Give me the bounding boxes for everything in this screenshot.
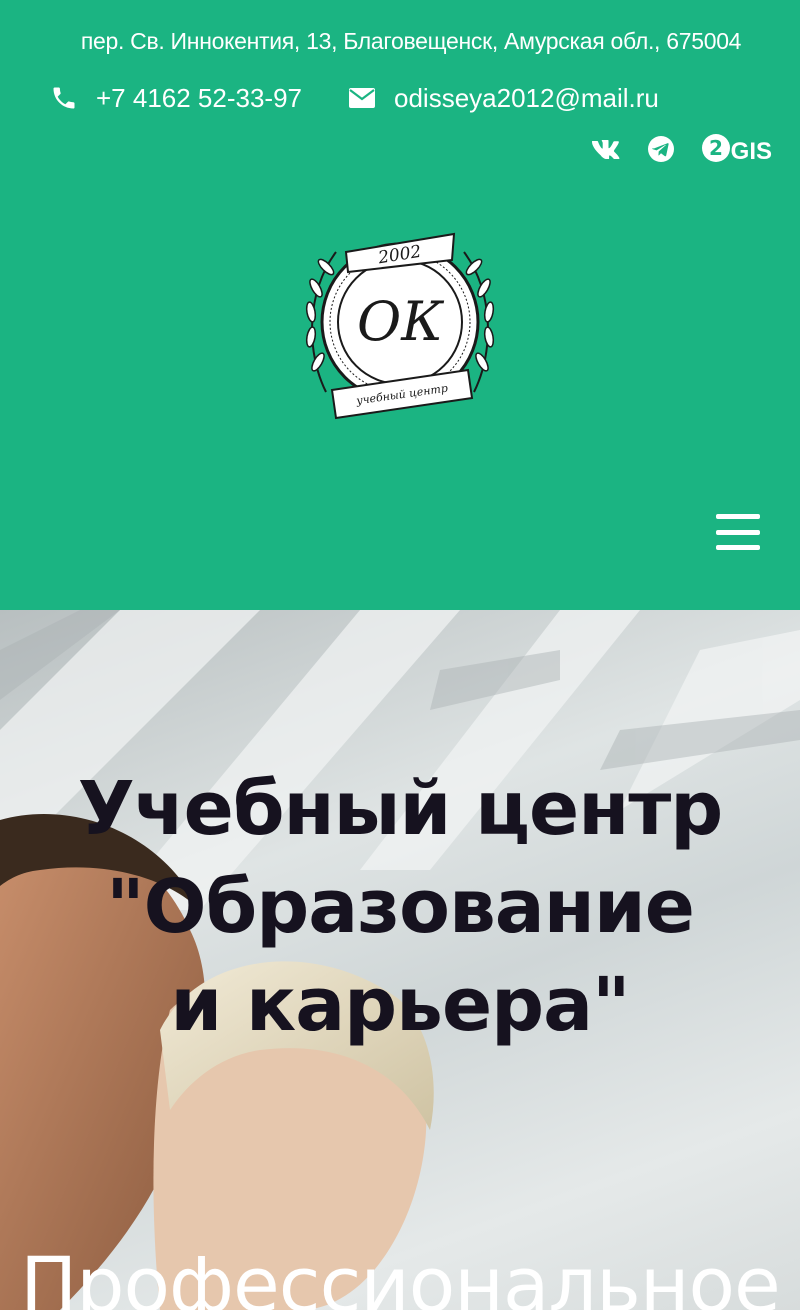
hero-title-line: и карьера"	[170, 962, 630, 1048]
svg-text:2: 2	[709, 136, 723, 160]
email-link[interactable]: odisseya2012@mail.ru	[348, 83, 659, 114]
site-logo[interactable]: 2002 ОК учебный центр	[296, 212, 504, 434]
hero-title-line: "Образование	[106, 864, 695, 950]
vk-link[interactable]	[591, 139, 621, 164]
hero-title: Учебный центр "Образование и карьера"	[0, 760, 800, 1054]
envelope-icon	[348, 87, 376, 109]
2gis-link[interactable]: 2 GIS	[701, 133, 772, 170]
address-text: пер. Св. Иннокентия, 13, Благовещенск, А…	[80, 28, 742, 54]
vk-icon	[591, 139, 621, 164]
phone-icon	[50, 84, 78, 112]
site-header: пер. Св. Иннокентия, 13, Благовещенск, А…	[0, 0, 800, 610]
hero-title-line: Учебный центр	[77, 766, 723, 852]
hero-banner: Учебный центр "Образование и карьера" Пр…	[0, 610, 800, 1310]
contacts-row: +7 4162 52-33-97 odisseya2012@mail.ru	[50, 78, 659, 118]
2gis-icon: 2	[701, 133, 731, 170]
telegram-icon	[647, 135, 675, 168]
svg-text:ОК: ОК	[357, 290, 444, 353]
telegram-link[interactable]	[647, 135, 675, 168]
phone-link[interactable]: +7 4162 52-33-97	[50, 83, 302, 114]
2gis-label: GIS	[730, 137, 772, 165]
phone-number: +7 4162 52-33-97	[96, 82, 303, 113]
social-links: 2 GIS	[591, 133, 772, 170]
hero-subtitle: Профессиональное	[20, 1240, 781, 1310]
hamburger-menu-icon[interactable]	[716, 514, 760, 550]
email-address: odisseya2012@mail.ru	[394, 82, 659, 113]
